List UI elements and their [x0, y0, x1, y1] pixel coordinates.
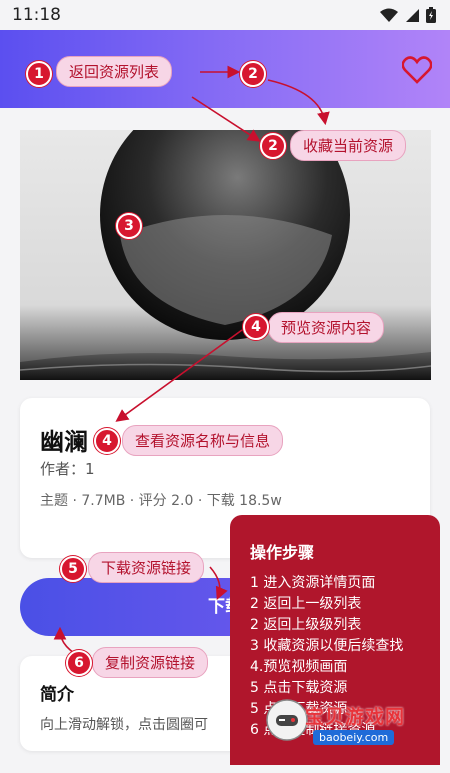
step-badge: 1: [26, 61, 52, 87]
annotation-preview: 预览资源内容: [268, 312, 385, 343]
step-badge: 2: [240, 61, 266, 87]
annotation-favorite: 收藏当前资源: [290, 130, 407, 161]
step-badge: 6: [66, 650, 92, 676]
step-badge: 4: [243, 314, 269, 340]
step-badge: 3: [116, 213, 142, 239]
annotation-copy-link: 复制资源链接: [92, 647, 209, 678]
annotation-info: 查看资源名称与信息: [122, 425, 284, 456]
annotation-back: 返回资源列表: [56, 56, 173, 87]
step-badge: 4: [94, 428, 120, 454]
step-badge: 2: [260, 133, 286, 159]
annotation-download-link: 下载资源链接: [88, 552, 205, 583]
step-badge: 5: [60, 556, 86, 582]
